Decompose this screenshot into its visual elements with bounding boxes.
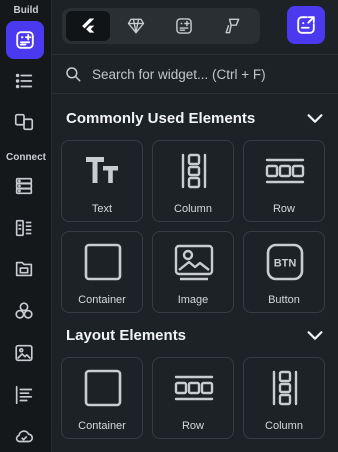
button-icon: BTN	[266, 243, 304, 281]
widget-tile-row[interactable]: Row	[152, 357, 234, 439]
widget-search-bar	[52, 54, 338, 94]
widget-tile-label: Image	[177, 294, 209, 306]
storage-button[interactable]	[4, 251, 44, 287]
widget-tile-row[interactable]: Row	[243, 140, 325, 222]
widget-tile-label: Row	[272, 203, 295, 215]
tab-custom-widgets[interactable]	[162, 11, 206, 41]
widget-tile-label: Container	[78, 294, 126, 306]
integrations-icon	[15, 302, 33, 319]
left-nav-rail: Build Connect	[0, 0, 52, 452]
column-icon	[181, 153, 207, 189]
widget-palette-button[interactable]	[6, 21, 44, 59]
api-icon	[15, 219, 32, 237]
connect-label: Connect	[6, 152, 46, 163]
widget-tile-column[interactable]: Column	[152, 140, 234, 222]
widget-tile-label: Column	[174, 203, 212, 215]
container-icon	[84, 243, 122, 281]
media-icon	[15, 344, 33, 362]
text-align-icon	[15, 385, 33, 405]
cloud-check-icon	[15, 430, 34, 443]
widget-tile-column[interactable]: Column	[243, 357, 325, 439]
export-widget-button[interactable]	[287, 6, 325, 44]
widget-tile-label: Text	[91, 203, 113, 215]
section-title-layout: Layout Elements	[66, 327, 187, 344]
widget-tile-text[interactable]: Text	[61, 140, 143, 222]
widget-tile-label: Container	[78, 420, 126, 432]
database-icon	[15, 177, 33, 195]
tab-premium-widgets[interactable]	[114, 11, 158, 41]
row-icon	[174, 375, 214, 401]
widget-search-input[interactable]	[92, 66, 322, 82]
column-icon	[272, 370, 298, 406]
flutter-icon	[82, 18, 95, 33]
widget-tile-button[interactable]: BTN Button	[243, 231, 325, 313]
database-button[interactable]	[4, 168, 44, 204]
widget-tile-image[interactable]: Image	[152, 231, 234, 313]
gem-icon	[127, 18, 145, 34]
widget-source-tabs	[62, 8, 260, 44]
api-calls-button[interactable]	[4, 210, 44, 246]
widget-panel: Commonly Used Elements Text Column Row C…	[52, 0, 338, 452]
page-swap-icon	[14, 113, 34, 131]
integrations-button[interactable]	[4, 293, 44, 329]
custom-widget-icon	[176, 18, 192, 34]
button-icon-text: BTN	[274, 258, 297, 270]
widget-tree-button[interactable]	[4, 63, 44, 99]
row-icon	[265, 158, 305, 184]
page-selector-button[interactable]	[4, 104, 44, 140]
tab-theme-widgets[interactable]	[210, 11, 254, 41]
chevron-down-icon[interactable]	[304, 107, 326, 129]
tab-flutter-widgets[interactable]	[66, 11, 110, 41]
widget-tile-container[interactable]: Container	[61, 357, 143, 439]
widget-tile-label: Row	[181, 420, 204, 432]
section-title-common: Commonly Used Elements	[66, 110, 256, 127]
chevron-down-icon[interactable]	[304, 324, 326, 346]
list-tree-icon	[15, 73, 33, 89]
widget-tile-container[interactable]: Container	[61, 231, 143, 313]
widget-tile-label: Button	[268, 294, 300, 306]
widget-tile-label: Column	[265, 420, 303, 432]
cloud-deploy-button[interactable]	[4, 418, 44, 452]
text-styles-button[interactable]	[4, 377, 44, 413]
folder-icon	[15, 261, 33, 277]
text-icon	[86, 157, 118, 183]
container-icon	[84, 369, 122, 407]
image-icon	[174, 244, 214, 281]
theme-icon	[225, 18, 240, 34]
widget-add-icon	[16, 31, 34, 49]
search-icon	[66, 67, 81, 82]
export-widget-icon	[297, 16, 315, 34]
build-label: Build	[13, 5, 39, 16]
media-assets-button[interactable]	[4, 335, 44, 371]
